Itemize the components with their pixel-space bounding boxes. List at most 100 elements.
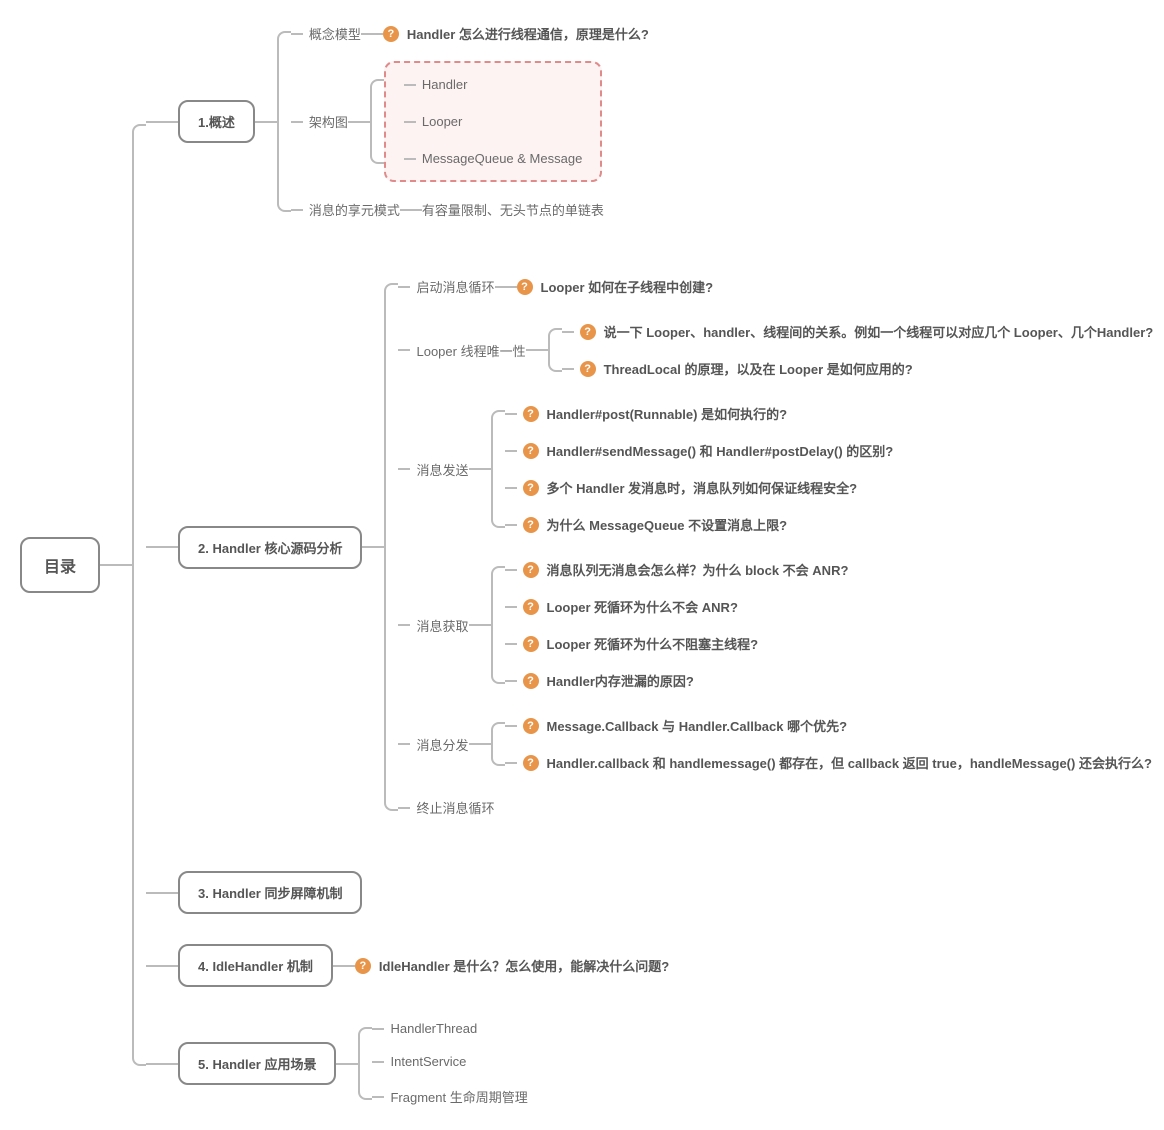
bracket: [277, 20, 291, 223]
connector: [398, 807, 410, 809]
connector: [505, 569, 517, 571]
connector: [336, 1063, 358, 1065]
s1-arch: 架构图 Handler Looper MessageQueue & Messag…: [291, 61, 649, 182]
question-icon: ?: [355, 958, 371, 974]
s2-c5-q2: Handler.callback 和 handlemessage() 都存在，但…: [547, 749, 1152, 776]
s2-c3-q3: 多个 Handler 发消息时，消息队列如何保证线程安全?: [547, 474, 858, 501]
level1-children: 1.概述 概念模型 ? Handler 怎么进行线程通信，原理是什么? 架构图: [146, 20, 1153, 1110]
s2-send: 消息发送 ?Handler#post(Runnable) 是如何执行的? ?Ha…: [398, 400, 1153, 538]
question-icon: ?: [523, 517, 539, 533]
section-3-title: 3. Handler 同步屏障机制: [198, 886, 342, 901]
connector: [505, 606, 517, 608]
connector: [146, 1063, 178, 1065]
s2-c1-q: Looper 如何在子线程中创建?: [541, 273, 714, 300]
spacer: [146, 987, 1153, 1017]
leaf: ?为什么 MessageQueue 不设置消息上限?: [505, 511, 894, 538]
leaf: ? 说一下 Looper、handler、线程间的关系。例如一个线程可以对应几个 …: [562, 318, 1154, 345]
spacer: [146, 223, 1153, 273]
leaf: Fragment 生命周期管理: [372, 1083, 527, 1110]
connector: [505, 413, 517, 415]
connector: [404, 121, 416, 123]
leaf: HandlerThread: [372, 1017, 527, 1040]
s2-get: 消息获取 ?消息队列无消息会怎么样？为什么 block 不会 ANR? ?Loo…: [398, 556, 1153, 694]
arch-item-1: Looper: [422, 110, 462, 133]
question-icon: ?: [517, 279, 533, 295]
s5-item-2: Fragment 生命周期管理: [390, 1083, 527, 1110]
s2-c4-q3: Looper 死循环为什么不阻塞主线程?: [547, 630, 759, 657]
s2-c5-label: 消息分发: [416, 731, 468, 758]
connector: [100, 564, 132, 566]
section-1-title: 1.概述: [198, 115, 235, 130]
bracket: [358, 1017, 372, 1110]
arch-item: Looper: [404, 110, 582, 133]
connector: [291, 33, 303, 35]
s2-c2-q1: 说一下 Looper、handler、线程间的关系。例如一个线程可以对应几个 L…: [604, 318, 1154, 345]
section-1: 1.概述 概念模型 ? Handler 怎么进行线程通信，原理是什么? 架构图: [146, 20, 1153, 223]
s2-dispatch: 消息分发 ? Message.Callback 与 Handler.Callbac…: [398, 712, 1153, 776]
connector: [505, 524, 517, 526]
bracket: [491, 712, 505, 776]
s2-c6-label: 终止消息循环: [416, 794, 494, 821]
connector: [361, 33, 383, 35]
connector: [495, 286, 517, 288]
connector: [398, 743, 410, 745]
section-4-node: 4. IdleHandler 机制: [178, 944, 333, 987]
connector: [404, 84, 416, 86]
leaf: ?Looper 死循环为什么不会 ANR?: [505, 593, 849, 620]
connector: [398, 286, 410, 288]
spacer: [146, 914, 1153, 944]
leaf: ? 多个 Handler 发消息时，消息队列如何保证线程安全?: [505, 474, 894, 501]
question-icon: ?: [580, 361, 596, 377]
arch-item-2: MessageQueue & Message: [422, 147, 582, 170]
s1-concept-q: Handler 怎么进行线程通信，原理是什么?: [407, 20, 649, 47]
leaf: ?Handler#sendMessage() 和 Handler#postDel…: [505, 437, 894, 464]
s1-flyweight-note: 有容量限制、无头节点的单链表: [422, 196, 604, 223]
bracket: [491, 400, 505, 538]
root-label: 目录: [44, 559, 76, 576]
s2-c4-children: ?消息队列无消息会怎么样？为什么 block 不会 ANR? ?Looper 死…: [505, 556, 849, 694]
section-4: 4. IdleHandler 机制 ? IdleHandler 是什么？怎么使用…: [146, 944, 1153, 987]
question-icon: ?: [523, 599, 539, 615]
connector: [291, 121, 303, 123]
connector: [362, 546, 384, 548]
s2-start-loop: 启动消息循环 ? Looper 如何在子线程中创建?: [398, 273, 1153, 300]
s2-looper-unique: Looper 线程唯一性 ? 说一下 Looper、handler、线程间的关系。…: [398, 318, 1153, 382]
connector: [372, 1028, 384, 1030]
question-icon: ?: [523, 718, 539, 734]
question-icon: ?: [383, 26, 399, 42]
connector: [146, 892, 178, 894]
connector: [146, 546, 178, 548]
connector: [404, 158, 416, 160]
connector: [333, 965, 355, 967]
question-icon: ?: [523, 480, 539, 496]
connector: [291, 209, 303, 211]
connector: [505, 680, 517, 682]
bracket: [132, 20, 146, 1110]
leaf: ?Looper 死循环为什么不阻塞主线程?: [505, 630, 849, 657]
connector: [400, 209, 422, 211]
leaf: ? Message.Callback 与 Handler.Callback 哪个优…: [505, 712, 1152, 739]
s2-c2-children: ? 说一下 Looper、handler、线程间的关系。例如一个线程可以对应几个 …: [562, 318, 1154, 382]
bracket: [491, 556, 505, 694]
connector: [562, 368, 574, 370]
s2-c3-children: ?Handler#post(Runnable) 是如何执行的? ?Handler…: [505, 400, 894, 538]
s2-c3-label: 消息发送: [416, 456, 468, 483]
s1-flyweight-label: 消息的享元模式: [309, 196, 400, 223]
section-5-node: 5. Handler 应用场景: [178, 1042, 336, 1085]
s2-c4-q4: Handler内存泄漏的原因?: [547, 667, 694, 694]
spacer: [146, 821, 1153, 871]
connector: [505, 643, 517, 645]
question-icon: ?: [580, 324, 596, 340]
section-3-node: 3. Handler 同步屏障机制: [178, 871, 362, 914]
s5-item-1: IntentService: [390, 1050, 466, 1073]
connector: [398, 624, 410, 626]
s2-c2-label: Looper 线程唯一性: [416, 337, 525, 364]
leaf: ?Handler#post(Runnable) 是如何执行的?: [505, 400, 894, 427]
section-2-node: 2. Handler 核心源码分析: [178, 526, 362, 569]
leaf: ?消息队列无消息会怎么样？为什么 block 不会 ANR?: [505, 556, 849, 583]
s4-q: IdleHandler 是什么？怎么使用，能解决什么问题?: [379, 952, 669, 979]
s2-c5-q1: Message.Callback 与 Handler.Callback 哪个优先…: [547, 712, 848, 739]
s2-c3-q1: Handler#post(Runnable) 是如何执行的?: [547, 400, 788, 427]
arch-dashed-box: Handler Looper MessageQueue & Message: [384, 61, 602, 182]
connector: [505, 725, 517, 727]
